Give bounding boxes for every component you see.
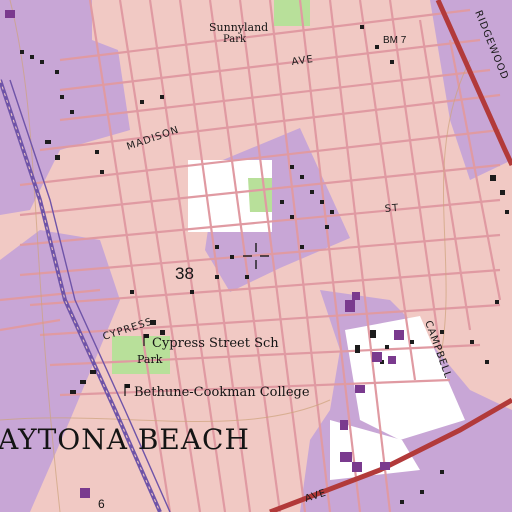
topographic-map: 38 6 MADISON AVE CYPRESS ST CAMPBELL RID… [0,0,512,512]
route-number-label: 38 [175,264,194,283]
sunnyland-park-area [274,0,310,26]
street-label-st-east: ST [384,203,399,215]
school-label: Cypress Street Sch [152,336,279,351]
route-number-small: 6 [98,497,105,511]
benchmark-label: BM 7 [383,35,407,46]
college-label: Bethune-Cookman College [134,385,310,400]
field-green-strip [248,178,272,212]
sunnyland-park-label-line2: Park [223,34,247,45]
city-label: AYTONA BEACH [0,423,250,456]
park-label: Park [137,353,163,366]
sunnyland-park-label-line1: Sunnyland [209,21,268,34]
